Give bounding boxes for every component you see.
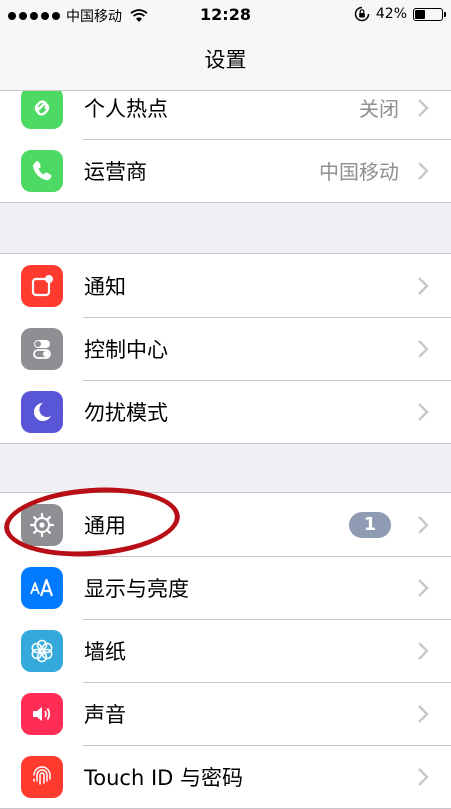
- row-label: 勿扰模式: [84, 400, 168, 425]
- row-carrier[interactable]: 运营商 中国移动: [0, 139, 451, 202]
- row-label: 墙纸: [84, 639, 126, 664]
- page-title: 设置: [204, 48, 247, 72]
- battery-level: [415, 9, 425, 19]
- row-value: 关闭: [359, 97, 399, 121]
- battery-icon: [413, 7, 446, 21]
- row-label: 运营商: [84, 159, 147, 184]
- settings-group-system: 通知 控制中心 勿扰模式: [0, 253, 451, 444]
- chevron-right-icon: [418, 339, 429, 358]
- status-bar-overlay: 中国移动 12:28 42%: [0, 0, 451, 30]
- row-control-center[interactable]: 控制中心: [0, 317, 451, 380]
- chevron-right-icon: [418, 767, 429, 786]
- text-size-icon: [21, 566, 63, 609]
- row-value: 中国移动: [319, 160, 399, 184]
- chevron-right-icon: [418, 402, 429, 421]
- row-label: 显示与亮度: [84, 576, 189, 601]
- chevron-right-icon: [418, 704, 429, 723]
- rotation-lock-icon: [354, 6, 370, 22]
- row-sounds[interactable]: 声音: [0, 682, 451, 745]
- row-label: 控制中心: [84, 337, 168, 362]
- row-wallpaper[interactable]: 墙纸: [0, 619, 451, 682]
- row-label: 通知: [84, 274, 126, 299]
- chevron-right-icon: [418, 98, 429, 117]
- row-label: 个人热点: [84, 96, 168, 121]
- chevron-right-icon: [418, 578, 429, 597]
- row-general[interactable]: 通用 1: [0, 493, 451, 556]
- chevron-right-icon: [418, 515, 429, 534]
- row-label: 通用: [84, 513, 126, 538]
- fingerprint-icon: [21, 755, 63, 798]
- row-do-not-disturb[interactable]: 勿扰模式: [0, 380, 451, 443]
- navigation-bar-overlay: 设置: [0, 30, 451, 91]
- update-count-badge: 1: [349, 511, 391, 538]
- row-display-brightness[interactable]: 显示与亮度: [0, 556, 451, 619]
- chevron-right-icon: [418, 641, 429, 660]
- phone-icon: [21, 149, 63, 192]
- speaker-icon: [21, 692, 63, 735]
- row-label: Touch ID 与密码: [84, 765, 243, 790]
- chevron-right-icon: [418, 161, 429, 180]
- flower-icon: [21, 629, 63, 672]
- row-touch-id[interactable]: Touch ID 与密码: [0, 745, 451, 808]
- moon-icon: [21, 390, 63, 433]
- settings-group-network: 个人热点 关闭 运营商 中国移动: [0, 76, 451, 203]
- notifications-icon: [21, 264, 63, 307]
- battery-percent: 42%: [375, 6, 407, 22]
- hotspot-icon: [21, 86, 63, 129]
- row-label: 声音: [84, 702, 126, 727]
- status-right: 42%: [354, 6, 446, 22]
- row-notifications[interactable]: 通知: [0, 254, 451, 317]
- control-center-icon: [21, 327, 63, 370]
- chevron-right-icon: [418, 276, 429, 295]
- settings-group-general: 通用 1 显示与亮度 墙纸 声音 Touch ID 与密码: [0, 492, 451, 809]
- gear-icon: [21, 503, 63, 546]
